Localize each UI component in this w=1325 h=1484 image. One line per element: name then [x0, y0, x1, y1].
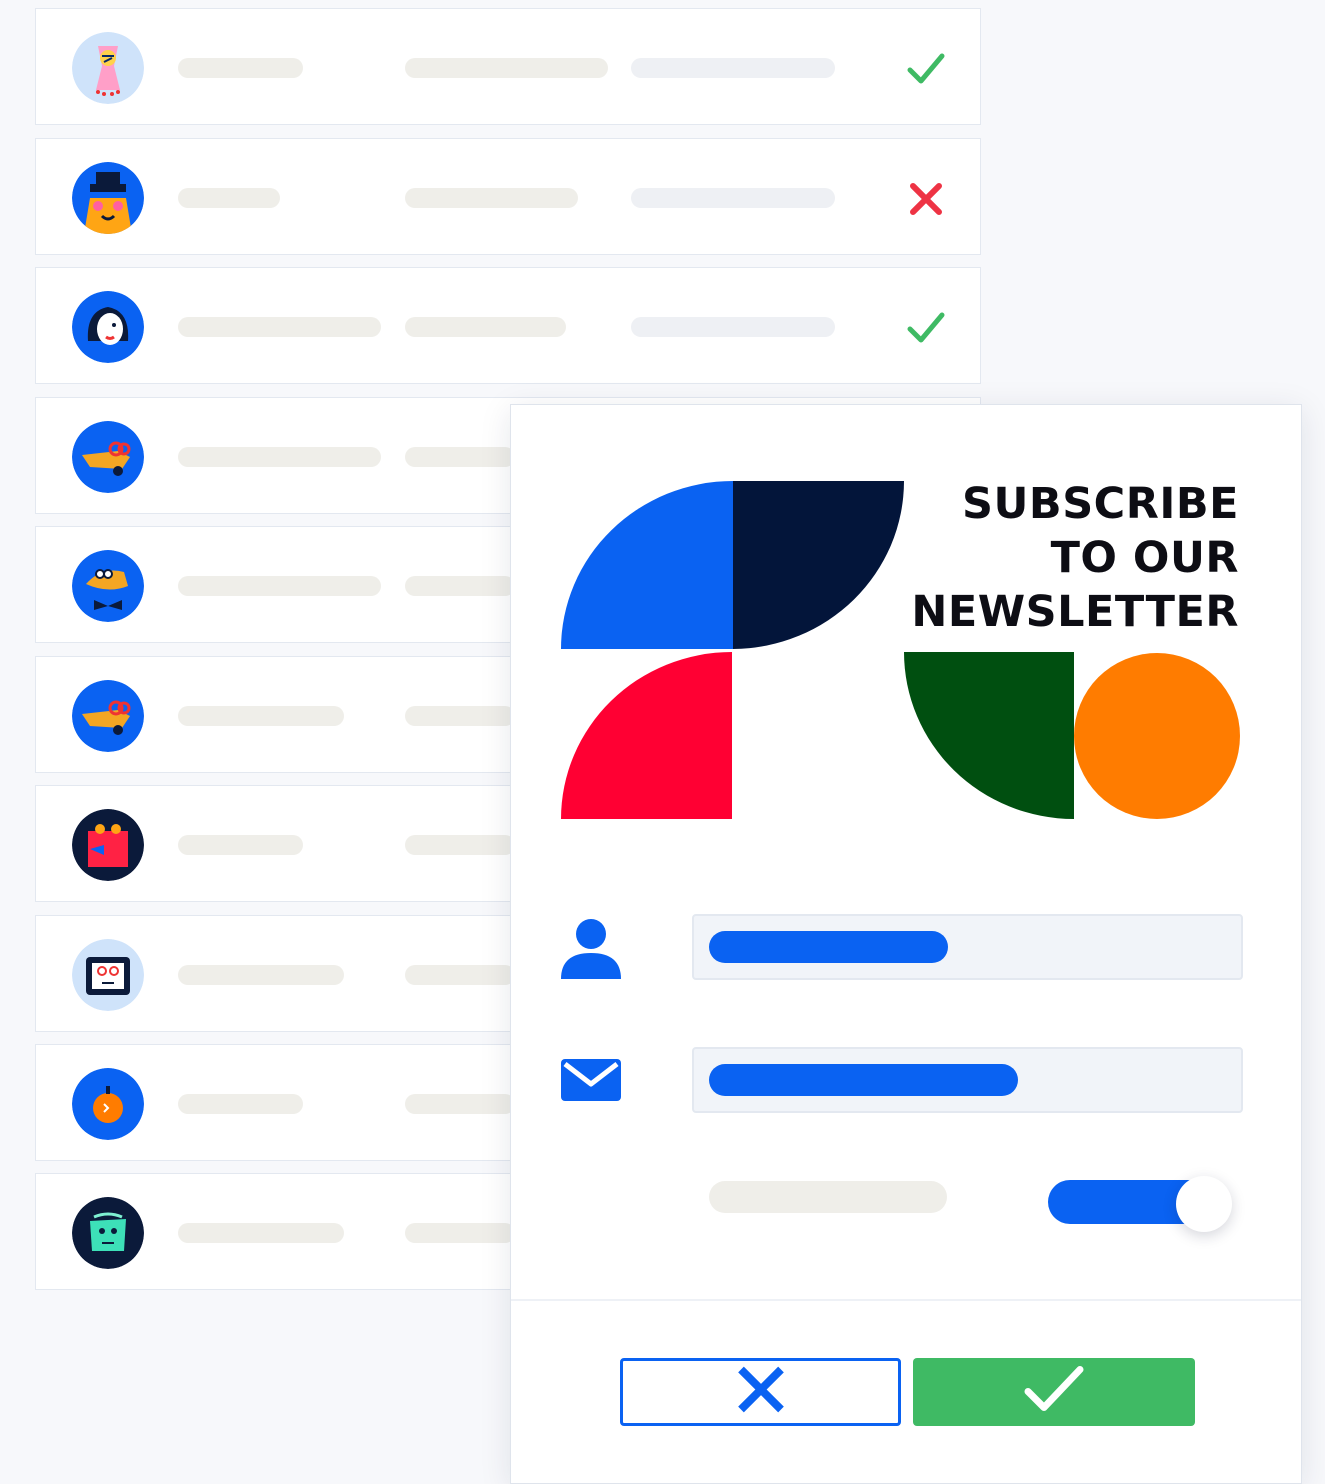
confirm-button[interactable]	[913, 1358, 1195, 1426]
name-placeholder	[178, 1223, 344, 1243]
title-line: NEWSLETTER	[911, 587, 1239, 637]
dialog-title: SUBSCRIBE TO OUR NEWSLETTER	[911, 477, 1239, 639]
info-placeholder	[631, 317, 835, 337]
name-input[interactable]	[692, 914, 1243, 980]
detail-placeholder	[405, 58, 608, 78]
avatar-pink-figure	[72, 32, 144, 104]
name-placeholder	[178, 706, 344, 726]
title-line: TO OUR	[1050, 533, 1239, 583]
email-input-value	[709, 1064, 1018, 1096]
close-icon	[735, 1364, 787, 1421]
avatar-duck-bowtie	[72, 550, 144, 622]
detail-placeholder	[405, 965, 515, 985]
detail-placeholder	[405, 1223, 515, 1243]
check-icon	[904, 306, 948, 350]
name-placeholder	[178, 188, 280, 208]
mail-icon	[559, 1051, 623, 1115]
art-navy-quarter	[733, 481, 904, 649]
art-orange-circle	[1074, 653, 1240, 819]
name-input-value	[709, 931, 948, 963]
info-placeholder	[631, 58, 835, 78]
cancel-button[interactable]	[620, 1358, 901, 1426]
info-placeholder	[631, 188, 835, 208]
avatar-pumpkin	[72, 1068, 144, 1140]
avatar-girl-face	[72, 291, 144, 363]
detail-placeholder	[405, 1094, 515, 1114]
user-icon	[559, 917, 623, 981]
name-placeholder	[178, 576, 381, 596]
list-item[interactable]	[35, 138, 981, 255]
name-placeholder	[178, 58, 303, 78]
detail-placeholder	[405, 576, 515, 596]
avatar-red-robot	[72, 809, 144, 881]
detail-placeholder	[405, 835, 515, 855]
avatar-tv-face	[72, 939, 144, 1011]
list-item[interactable]	[35, 267, 981, 384]
art-blue-quarter	[561, 481, 733, 649]
email-input[interactable]	[692, 1047, 1243, 1113]
avatar-dog-glasses	[72, 421, 144, 493]
detail-placeholder	[405, 317, 566, 337]
name-placeholder	[178, 965, 344, 985]
footer-divider	[511, 1299, 1301, 1301]
art-green-quarter	[904, 652, 1074, 819]
check-icon	[1024, 1364, 1084, 1421]
toggle-label-placeholder	[709, 1181, 947, 1213]
cross-icon	[904, 177, 948, 221]
detail-placeholder	[405, 447, 515, 467]
avatar-hat-face	[72, 162, 144, 234]
toggle-knob[interactable]	[1176, 1176, 1232, 1232]
avatar-dog-glasses	[72, 680, 144, 752]
name-placeholder	[178, 1094, 303, 1114]
name-placeholder	[178, 447, 381, 467]
name-placeholder	[178, 317, 381, 337]
list-item[interactable]	[35, 8, 981, 125]
detail-placeholder	[405, 706, 515, 726]
title-line: SUBSCRIBE	[962, 479, 1239, 529]
art-red-quarter	[561, 652, 732, 819]
detail-placeholder	[405, 188, 578, 208]
avatar-teal-face	[72, 1197, 144, 1269]
newsletter-dialog: SUBSCRIBE TO OUR NEWSLETTER	[510, 404, 1302, 1484]
name-placeholder	[178, 835, 303, 855]
consent-toggle[interactable]	[1048, 1176, 1244, 1232]
check-icon	[904, 47, 948, 91]
